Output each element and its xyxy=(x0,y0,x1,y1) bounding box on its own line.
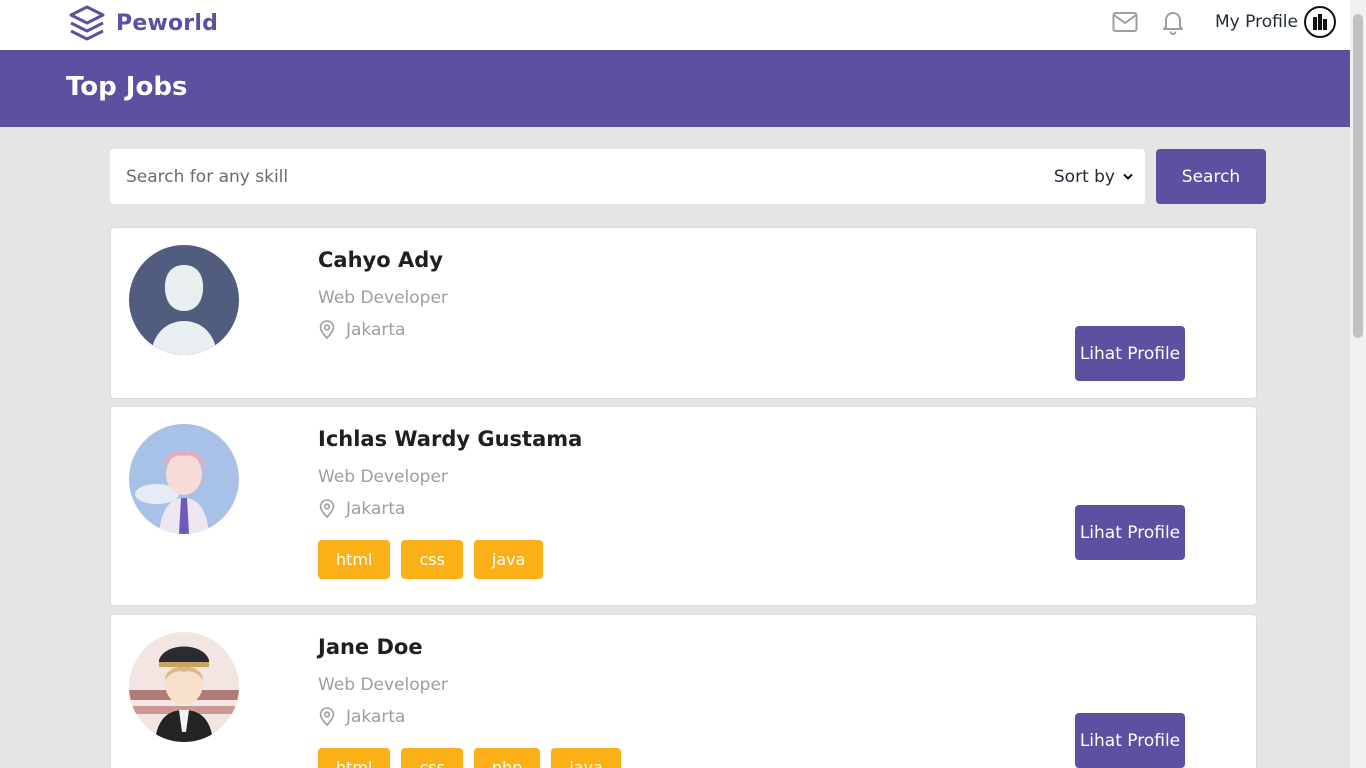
talent-location: Jakarta xyxy=(318,499,405,519)
location-text: Jakarta xyxy=(346,320,406,340)
talent-role: Web Developer xyxy=(318,288,448,308)
skill-badge: java xyxy=(473,540,544,579)
search-input[interactable] xyxy=(110,149,1054,204)
talent-card: Cahyo Ady Web Developer Jakarta Lihat Pr… xyxy=(110,227,1257,399)
sort-select[interactable]: Sort by xyxy=(1054,149,1145,204)
search-button[interactable]: Search xyxy=(1156,149,1266,204)
talent-role: Web Developer xyxy=(318,675,448,695)
avatar xyxy=(129,424,239,534)
sort-label: Sort by xyxy=(1053,166,1115,187)
page-scrollbar[interactable] xyxy=(1350,0,1366,768)
talent-name: Ichlas Wardy Gustama xyxy=(318,427,583,451)
map-pin-icon xyxy=(319,707,335,727)
stack-logo-icon xyxy=(69,5,105,41)
skill-badge: css xyxy=(401,540,463,579)
view-profile-button[interactable]: Lihat Profile xyxy=(1075,326,1185,381)
scrollbar-thumb[interactable] xyxy=(1353,14,1363,338)
location-text: Jakarta xyxy=(346,707,406,727)
navbar: Peworld My Profile xyxy=(0,0,1350,50)
my-profile-link[interactable]: My Profile xyxy=(1215,12,1298,32)
search-bar: Sort by xyxy=(110,149,1145,204)
page-title: Top Jobs xyxy=(66,72,188,102)
talent-role: Web Developer xyxy=(318,467,448,487)
view-profile-button[interactable]: Lihat Profile xyxy=(1075,505,1185,560)
talent-name: Cahyo Ady xyxy=(318,248,443,272)
map-pin-icon xyxy=(319,320,335,340)
skill-badge: html xyxy=(318,748,391,768)
skill-list: html css java xyxy=(318,540,544,579)
talent-location: Jakarta xyxy=(318,320,405,340)
avatar xyxy=(129,632,239,742)
skill-list: html css php java xyxy=(318,748,621,768)
nav-right: My Profile xyxy=(1111,6,1336,38)
talent-name: Jane Doe xyxy=(318,635,423,659)
hero-banner: Top Jobs xyxy=(0,50,1350,127)
avatar xyxy=(129,245,239,355)
chevron-down-icon xyxy=(1123,173,1133,180)
skill-badge: html xyxy=(318,540,391,579)
talent-card: Jane Doe Web Developer Jakarta html css … xyxy=(110,614,1257,768)
profile-avatar-icon[interactable] xyxy=(1304,6,1336,38)
skill-badge: css xyxy=(401,748,463,768)
talent-card: Ichlas Wardy Gustama Web Developer Jakar… xyxy=(110,406,1257,606)
location-text: Jakarta xyxy=(346,499,406,519)
skill-badge: php xyxy=(473,748,541,768)
brand-logo[interactable]: Peworld xyxy=(68,4,218,42)
view-profile-button[interactable]: Lihat Profile xyxy=(1075,713,1185,768)
skill-badge: java xyxy=(551,748,621,768)
bell-icon[interactable] xyxy=(1159,8,1187,36)
map-pin-icon xyxy=(319,499,335,519)
mail-icon[interactable] xyxy=(1111,8,1139,36)
talent-location: Jakarta xyxy=(318,707,405,727)
brand-name: Peworld xyxy=(116,10,219,36)
